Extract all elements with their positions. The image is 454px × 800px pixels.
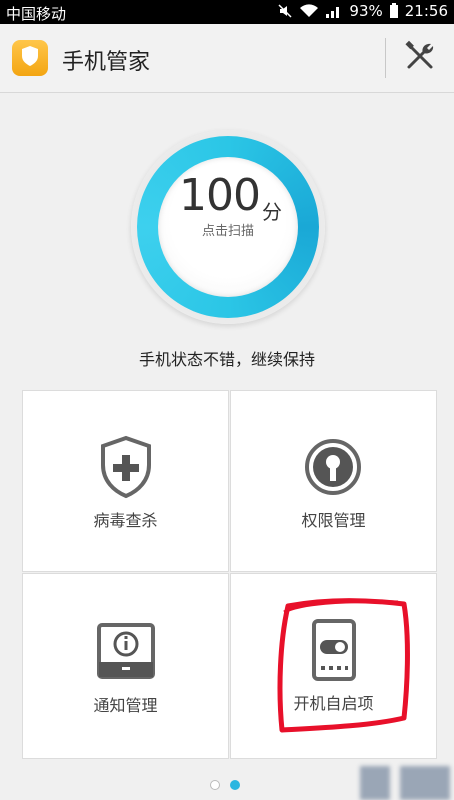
mute-icon [277, 3, 293, 19]
tools-icon [403, 39, 437, 77]
header-divider [385, 38, 386, 78]
carrier-label: 中国移动 [6, 5, 67, 23]
score-value: 100 [179, 170, 261, 221]
tile-label-notification: 通知管理 [93, 696, 158, 715]
time-label: 21:56 [404, 2, 448, 20]
notification-icon [96, 622, 156, 684]
shield-plus-icon [97, 435, 155, 503]
battery-icon [389, 3, 399, 19]
scan-label: 点击扫描 [201, 224, 254, 239]
page-title: 手机管家 [62, 50, 151, 75]
status-bar: 中国移动 93% 21:56 [0, 0, 454, 24]
startup-toggle-icon [311, 618, 357, 686]
tile-label-virus-scan: 病毒查杀 [93, 511, 158, 530]
page-indicator [210, 780, 240, 790]
shield-icon [19, 44, 41, 72]
page-dot-active [230, 780, 240, 790]
tile-label-permission: 权限管理 [301, 511, 366, 530]
app-header: 手机管家 [0, 24, 454, 93]
blurred-thumbnail [400, 766, 450, 800]
settings-button[interactable] [398, 38, 442, 78]
wifi-icon [299, 3, 319, 19]
tile-startup[interactable]: 开机自启项 [230, 573, 437, 759]
status-message: 手机状态不错，继续保持 [138, 350, 315, 369]
tile-virus-scan[interactable]: 病毒查杀 [22, 390, 229, 572]
signal-icon [325, 3, 343, 19]
tile-label-startup: 开机自启项 [293, 694, 374, 713]
tile-permission[interactable]: 权限管理 [230, 390, 437, 572]
blurred-thumbnail [360, 766, 390, 800]
page-dot [210, 780, 220, 790]
tile-notification[interactable]: 通知管理 [22, 573, 229, 759]
battery-label: 93% [349, 2, 383, 20]
keyhole-icon [303, 437, 363, 501]
app-logo [12, 40, 48, 76]
